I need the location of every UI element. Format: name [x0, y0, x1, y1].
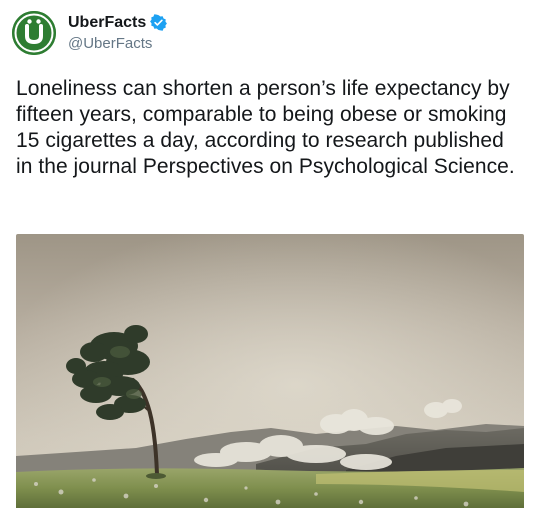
display-name[interactable]: UberFacts: [68, 13, 146, 33]
account-names: UberFacts @UberFacts: [68, 13, 168, 54]
avatar[interactable]: [12, 11, 56, 55]
verified-badge-icon: [150, 14, 168, 31]
uberfacts-logo-icon: [12, 11, 56, 55]
tweet-media-photo[interactable]: [16, 234, 524, 508]
tweet: UberFacts @UberFacts Loneliness can shor…: [0, 0, 540, 508]
tweet-header: UberFacts @UberFacts: [12, 10, 168, 56]
handle[interactable]: @UberFacts: [68, 34, 167, 54]
name-row: UberFacts: [68, 13, 168, 33]
tweet-text: Loneliness can shorten a person’s life e…: [16, 77, 515, 178]
windswept-tree-photo-icon: [16, 234, 524, 508]
